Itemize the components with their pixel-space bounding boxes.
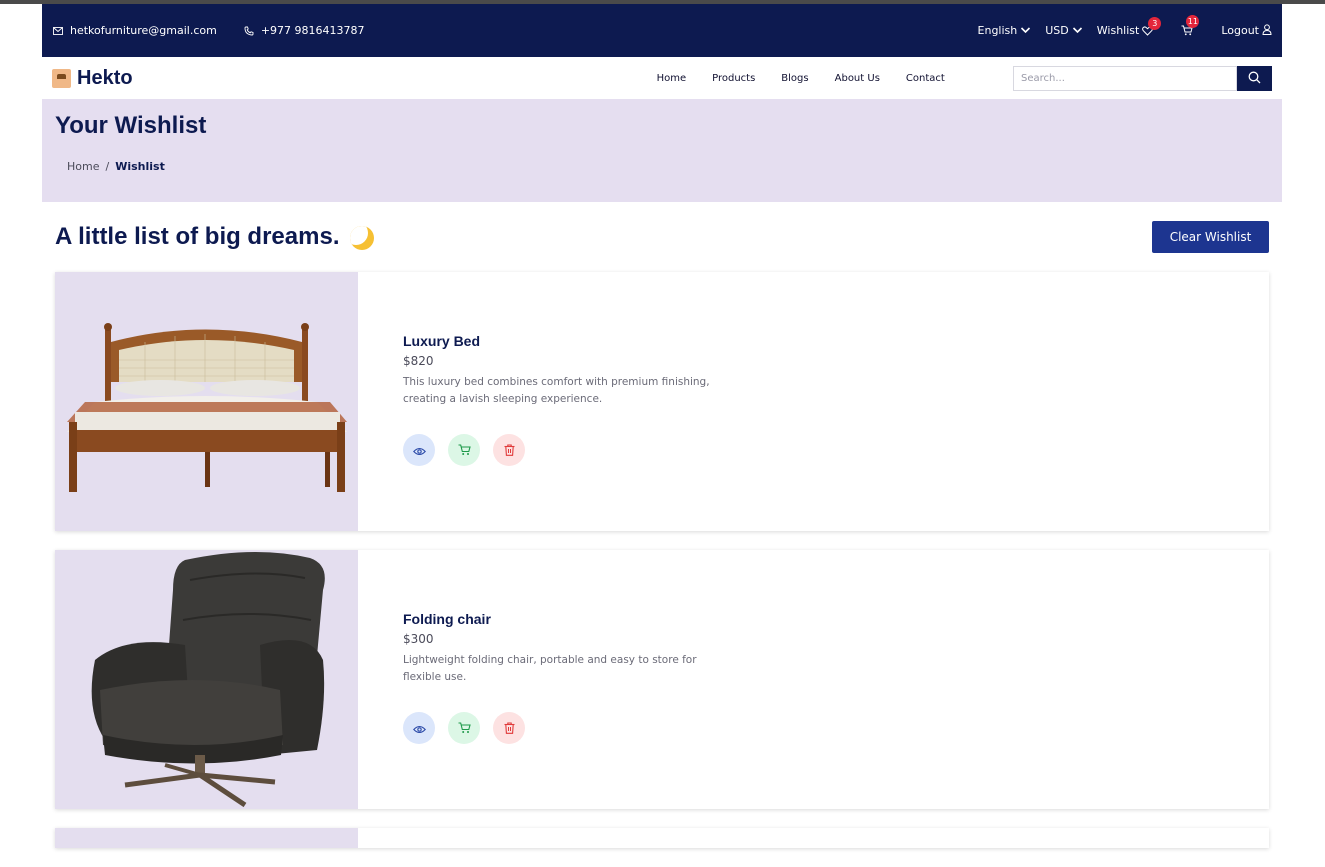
phone-text: +977 9816413787 — [260, 24, 365, 37]
wishlist-item: Luxury Bed $820 This luxury bed combines… — [55, 272, 1269, 531]
page-hero: Your Wishlist Home / Wishlist — [42, 99, 1282, 202]
heart-icon: 3 — [1142, 16, 1162, 36]
contact-email[interactable]: hetkofurniture@gmail.com — [52, 24, 217, 37]
nav-item-products[interactable]: Products — [712, 73, 755, 84]
phone-icon — [243, 25, 255, 37]
nav-menu: Home Products Blogs About Us Contact — [657, 73, 945, 84]
section-title: A little list of big dreams. — [55, 223, 375, 251]
product-description: This luxury bed combines comfort with pr… — [403, 376, 710, 405]
add-to-cart-button[interactable] — [448, 434, 480, 466]
wishlist-count-badge: 3 — [1148, 16, 1162, 30]
product-image[interactable] — [55, 550, 358, 809]
logo-icon — [52, 68, 71, 88]
logo[interactable]: Hekto — [52, 67, 133, 90]
mail-icon — [52, 25, 64, 37]
wishlist-label: Wishlist — [1096, 24, 1140, 37]
cart-icon — [458, 441, 471, 460]
nav-item-about[interactable]: About Us — [835, 73, 880, 84]
product-image[interactable] — [55, 272, 358, 531]
product-name[interactable]: Folding chair — [403, 611, 733, 627]
eye-icon — [412, 719, 426, 738]
cart-link[interactable]: 11 — [1181, 15, 1200, 36]
logout-link[interactable]: Logout — [1221, 23, 1272, 38]
language-select[interactable]: English — [978, 24, 1032, 37]
page-title: Your Wishlist — [55, 112, 207, 139]
wishlist-section: A little list of big dreams. Clear Wishl… — [42, 202, 1282, 848]
bed-illustration — [67, 323, 347, 492]
product-info: Folding chair $300 Lightweight folding c… — [358, 550, 733, 809]
cart-count-badge: 11 — [1186, 15, 1200, 28]
trash-icon — [504, 441, 515, 460]
product-price: $820 — [403, 354, 434, 368]
contact-phone[interactable]: +977 9816413787 — [243, 24, 365, 37]
email-text: hetkofurniture@gmail.com — [70, 24, 217, 37]
product-name[interactable]: Luxury Bed — [403, 333, 733, 349]
breadcrumb-home[interactable]: Home — [67, 160, 99, 173]
product-info: Luxury Bed $820 This luxury bed combines… — [358, 272, 733, 531]
moon-icon — [350, 225, 375, 250]
top-bar: hetkofurniture@gmail.com +977 9816413787… — [42, 4, 1282, 57]
search-icon — [1248, 69, 1261, 88]
breadcrumb-current: Wishlist — [115, 160, 165, 173]
logout-label: Logout — [1221, 24, 1259, 37]
cart-icon: 11 — [1181, 15, 1200, 36]
remove-button[interactable] — [493, 434, 525, 466]
view-button[interactable] — [403, 712, 435, 744]
wishlist-link[interactable]: Wishlist 3 — [1096, 16, 1162, 37]
user-icon — [1262, 23, 1272, 38]
product-actions — [403, 712, 733, 744]
main-nav: Hekto Home Products Blogs About Us Conta… — [42, 57, 1282, 99]
section-header: A little list of big dreams. Clear Wishl… — [55, 202, 1269, 272]
currency-select[interactable]: USD — [1045, 24, 1083, 37]
search-button[interactable] — [1237, 65, 1272, 91]
add-to-cart-button[interactable] — [448, 712, 480, 744]
nav-item-home[interactable]: Home — [657, 73, 687, 84]
logo-text: Hekto — [77, 66, 133, 89]
chevron-down-icon — [1020, 24, 1031, 37]
nav-item-blogs[interactable]: Blogs — [781, 73, 808, 84]
cart-icon — [458, 719, 471, 738]
view-button[interactable] — [403, 434, 435, 466]
trash-icon — [504, 719, 515, 738]
language-label: English — [977, 24, 1018, 37]
search-bar — [1013, 65, 1272, 91]
chair-illustration — [91, 551, 325, 808]
nav-item-contact[interactable]: Contact — [906, 73, 945, 84]
product-image[interactable] — [55, 828, 358, 848]
chevron-down-icon — [1072, 24, 1083, 37]
search-input[interactable] — [1013, 65, 1237, 91]
product-actions — [403, 434, 733, 466]
wishlist-item: Folding chair $300 Lightweight folding c… — [55, 550, 1269, 809]
page: hetkofurniture@gmail.com +977 9816413787… — [42, 4, 1282, 867]
section-title-text: A little list of big dreams. — [55, 223, 340, 250]
clear-wishlist-button[interactable]: Clear Wishlist — [1152, 221, 1269, 253]
product-price: $300 — [403, 632, 434, 646]
wishlist-item — [55, 828, 1269, 848]
breadcrumb-separator: / — [105, 160, 110, 173]
currency-label: USD — [1045, 24, 1069, 37]
eye-icon — [412, 441, 426, 460]
remove-button[interactable] — [493, 712, 525, 744]
breadcrumb: Home / Wishlist — [67, 160, 1269, 173]
product-description: Lightweight folding chair, portable and … — [403, 654, 697, 683]
